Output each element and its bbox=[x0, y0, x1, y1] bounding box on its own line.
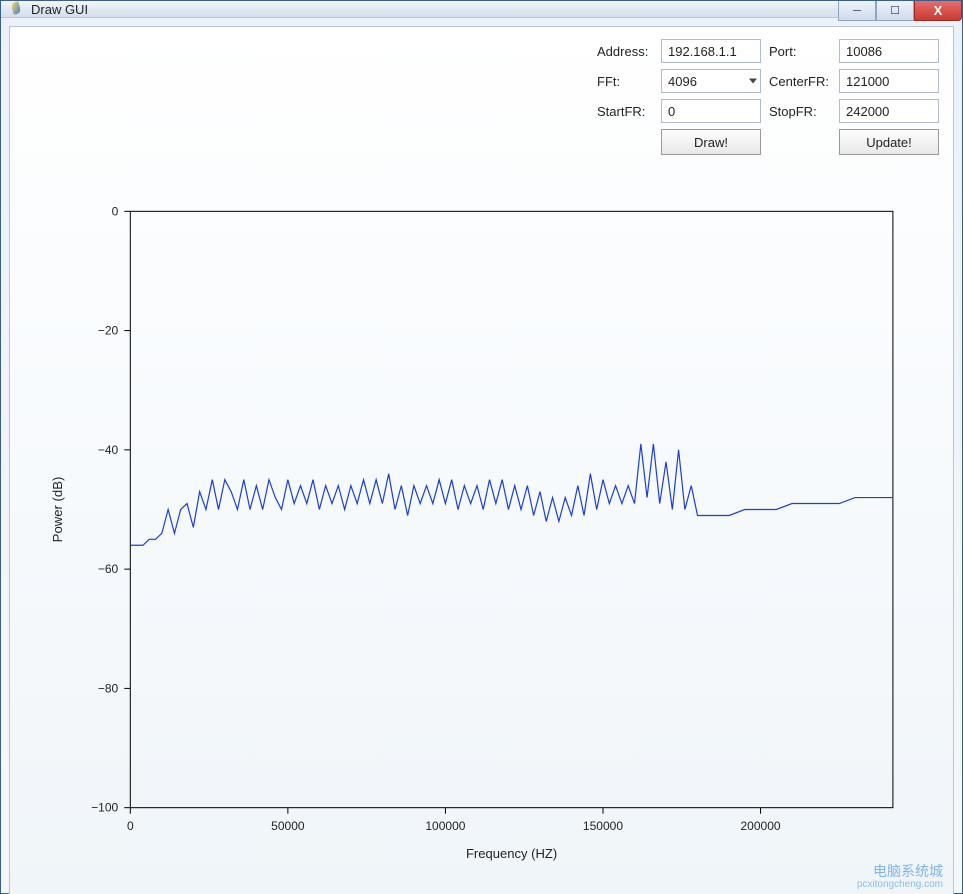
window-title: Draw GUI bbox=[31, 2, 88, 17]
fft-combobox[interactable] bbox=[661, 69, 761, 93]
minimize-button[interactable]: ─ bbox=[838, 1, 876, 21]
client-area: Address: Port: FFt: CenterFR: StartFR: S… bbox=[9, 26, 954, 894]
window-buttons: ─ ☐ X bbox=[838, 1, 962, 21]
svg-text:−20: −20 bbox=[98, 324, 119, 338]
controls-row-2: FFt: CenterFR: bbox=[597, 69, 939, 93]
svg-text:0: 0 bbox=[127, 819, 134, 833]
svg-text:100000: 100000 bbox=[425, 819, 465, 833]
svg-text:Frequency (HZ): Frequency (HZ) bbox=[466, 846, 557, 861]
svg-text:−40: −40 bbox=[98, 443, 119, 457]
watermark-line2: pcxitongcheng.com bbox=[857, 879, 943, 890]
controls-row-3: StartFR: StopFR: bbox=[597, 99, 939, 123]
watermark-line1: 电脑系统城 bbox=[857, 864, 943, 879]
app-icon bbox=[9, 1, 25, 17]
svg-text:Power (dB): Power (dB) bbox=[50, 477, 65, 543]
stopfr-label: StopFR: bbox=[769, 104, 839, 119]
draw-button[interactable]: Draw! bbox=[661, 129, 761, 155]
svg-text:−60: −60 bbox=[98, 562, 119, 576]
svg-text:0: 0 bbox=[112, 204, 119, 218]
startfr-input[interactable] bbox=[661, 99, 761, 123]
address-input[interactable] bbox=[661, 39, 761, 63]
svg-text:−80: −80 bbox=[98, 681, 119, 695]
port-label: Port: bbox=[769, 44, 839, 59]
centerfr-label: CenterFR: bbox=[769, 74, 839, 89]
svg-text:200000: 200000 bbox=[740, 819, 780, 833]
controls-panel: Address: Port: FFt: CenterFR: StartFR: S… bbox=[10, 27, 953, 161]
controls-row-buttons: Draw! Update! bbox=[597, 129, 939, 155]
startfr-label: StartFR: bbox=[597, 104, 661, 119]
maximize-button[interactable]: ☐ bbox=[876, 1, 914, 21]
svg-text:−100: −100 bbox=[91, 801, 118, 815]
controls-row-1: Address: Port: bbox=[597, 39, 939, 63]
stopfr-input[interactable] bbox=[839, 99, 939, 123]
update-button[interactable]: Update! bbox=[839, 129, 939, 155]
centerfr-input[interactable] bbox=[839, 69, 939, 93]
app-window: Draw GUI ─ ☐ X Address: Port: FFt: Cente… bbox=[0, 0, 963, 894]
svg-text:150000: 150000 bbox=[583, 819, 623, 833]
fft-label: FFt: bbox=[597, 74, 661, 89]
address-label: Address: bbox=[597, 44, 661, 59]
close-button[interactable]: X bbox=[914, 1, 962, 21]
plot-area: −100 −80 −60 −40 −20 0 0 50000 100000 150000 20000… bbox=[40, 181, 923, 868]
watermark: 电脑系统城 pcxitongcheng.com bbox=[857, 864, 943, 890]
svg-text:50000: 50000 bbox=[271, 819, 305, 833]
titlebar[interactable]: Draw GUI ─ ☐ X bbox=[1, 1, 962, 18]
port-input[interactable] bbox=[839, 39, 939, 63]
plot-svg: −100 −80 −60 −40 −20 0 0 50000 100000 150000 20000… bbox=[40, 181, 923, 868]
